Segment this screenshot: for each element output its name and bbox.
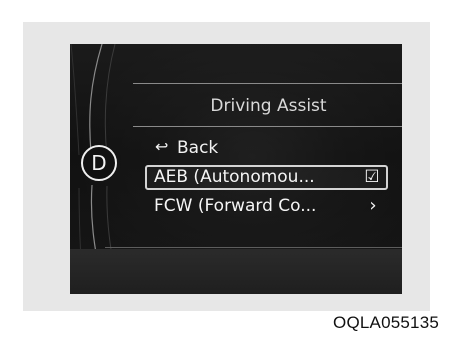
checkbox-checked-icon[interactable]: ☑ [363, 168, 381, 186]
back-label: Back [177, 138, 219, 158]
bottom-divider [105, 247, 402, 248]
menu-item-aeb[interactable]: AEB (Autonomou... [154, 165, 315, 190]
back-menu-item[interactable]: ↩ Back [155, 137, 218, 159]
gauge-arc-top [89, 44, 103, 154]
menu-top-divider [133, 83, 402, 84]
bottom-status-area [70, 249, 402, 294]
menu-item-fcw[interactable]: FCW (Forward Co... [154, 194, 316, 219]
left-bezel-curve-top [70, 44, 80, 156]
chevron-right-icon[interactable]: › [366, 196, 380, 216]
illustration-code: OQLA055135 [333, 313, 439, 332]
manual-illustration-page: D Driving Assist ↩ Back AEB (Autonomou...… [0, 0, 453, 343]
back-arrow-icon: ↩ [155, 137, 169, 156]
gear-position-indicator: D [81, 145, 117, 181]
instrument-cluster-screen: D Driving Assist ↩ Back AEB (Autonomou...… [70, 44, 402, 294]
menu-title-divider [133, 126, 402, 127]
menu-title: Driving Assist [210, 96, 327, 116]
gauge-inner-arc-top [104, 44, 116, 157]
